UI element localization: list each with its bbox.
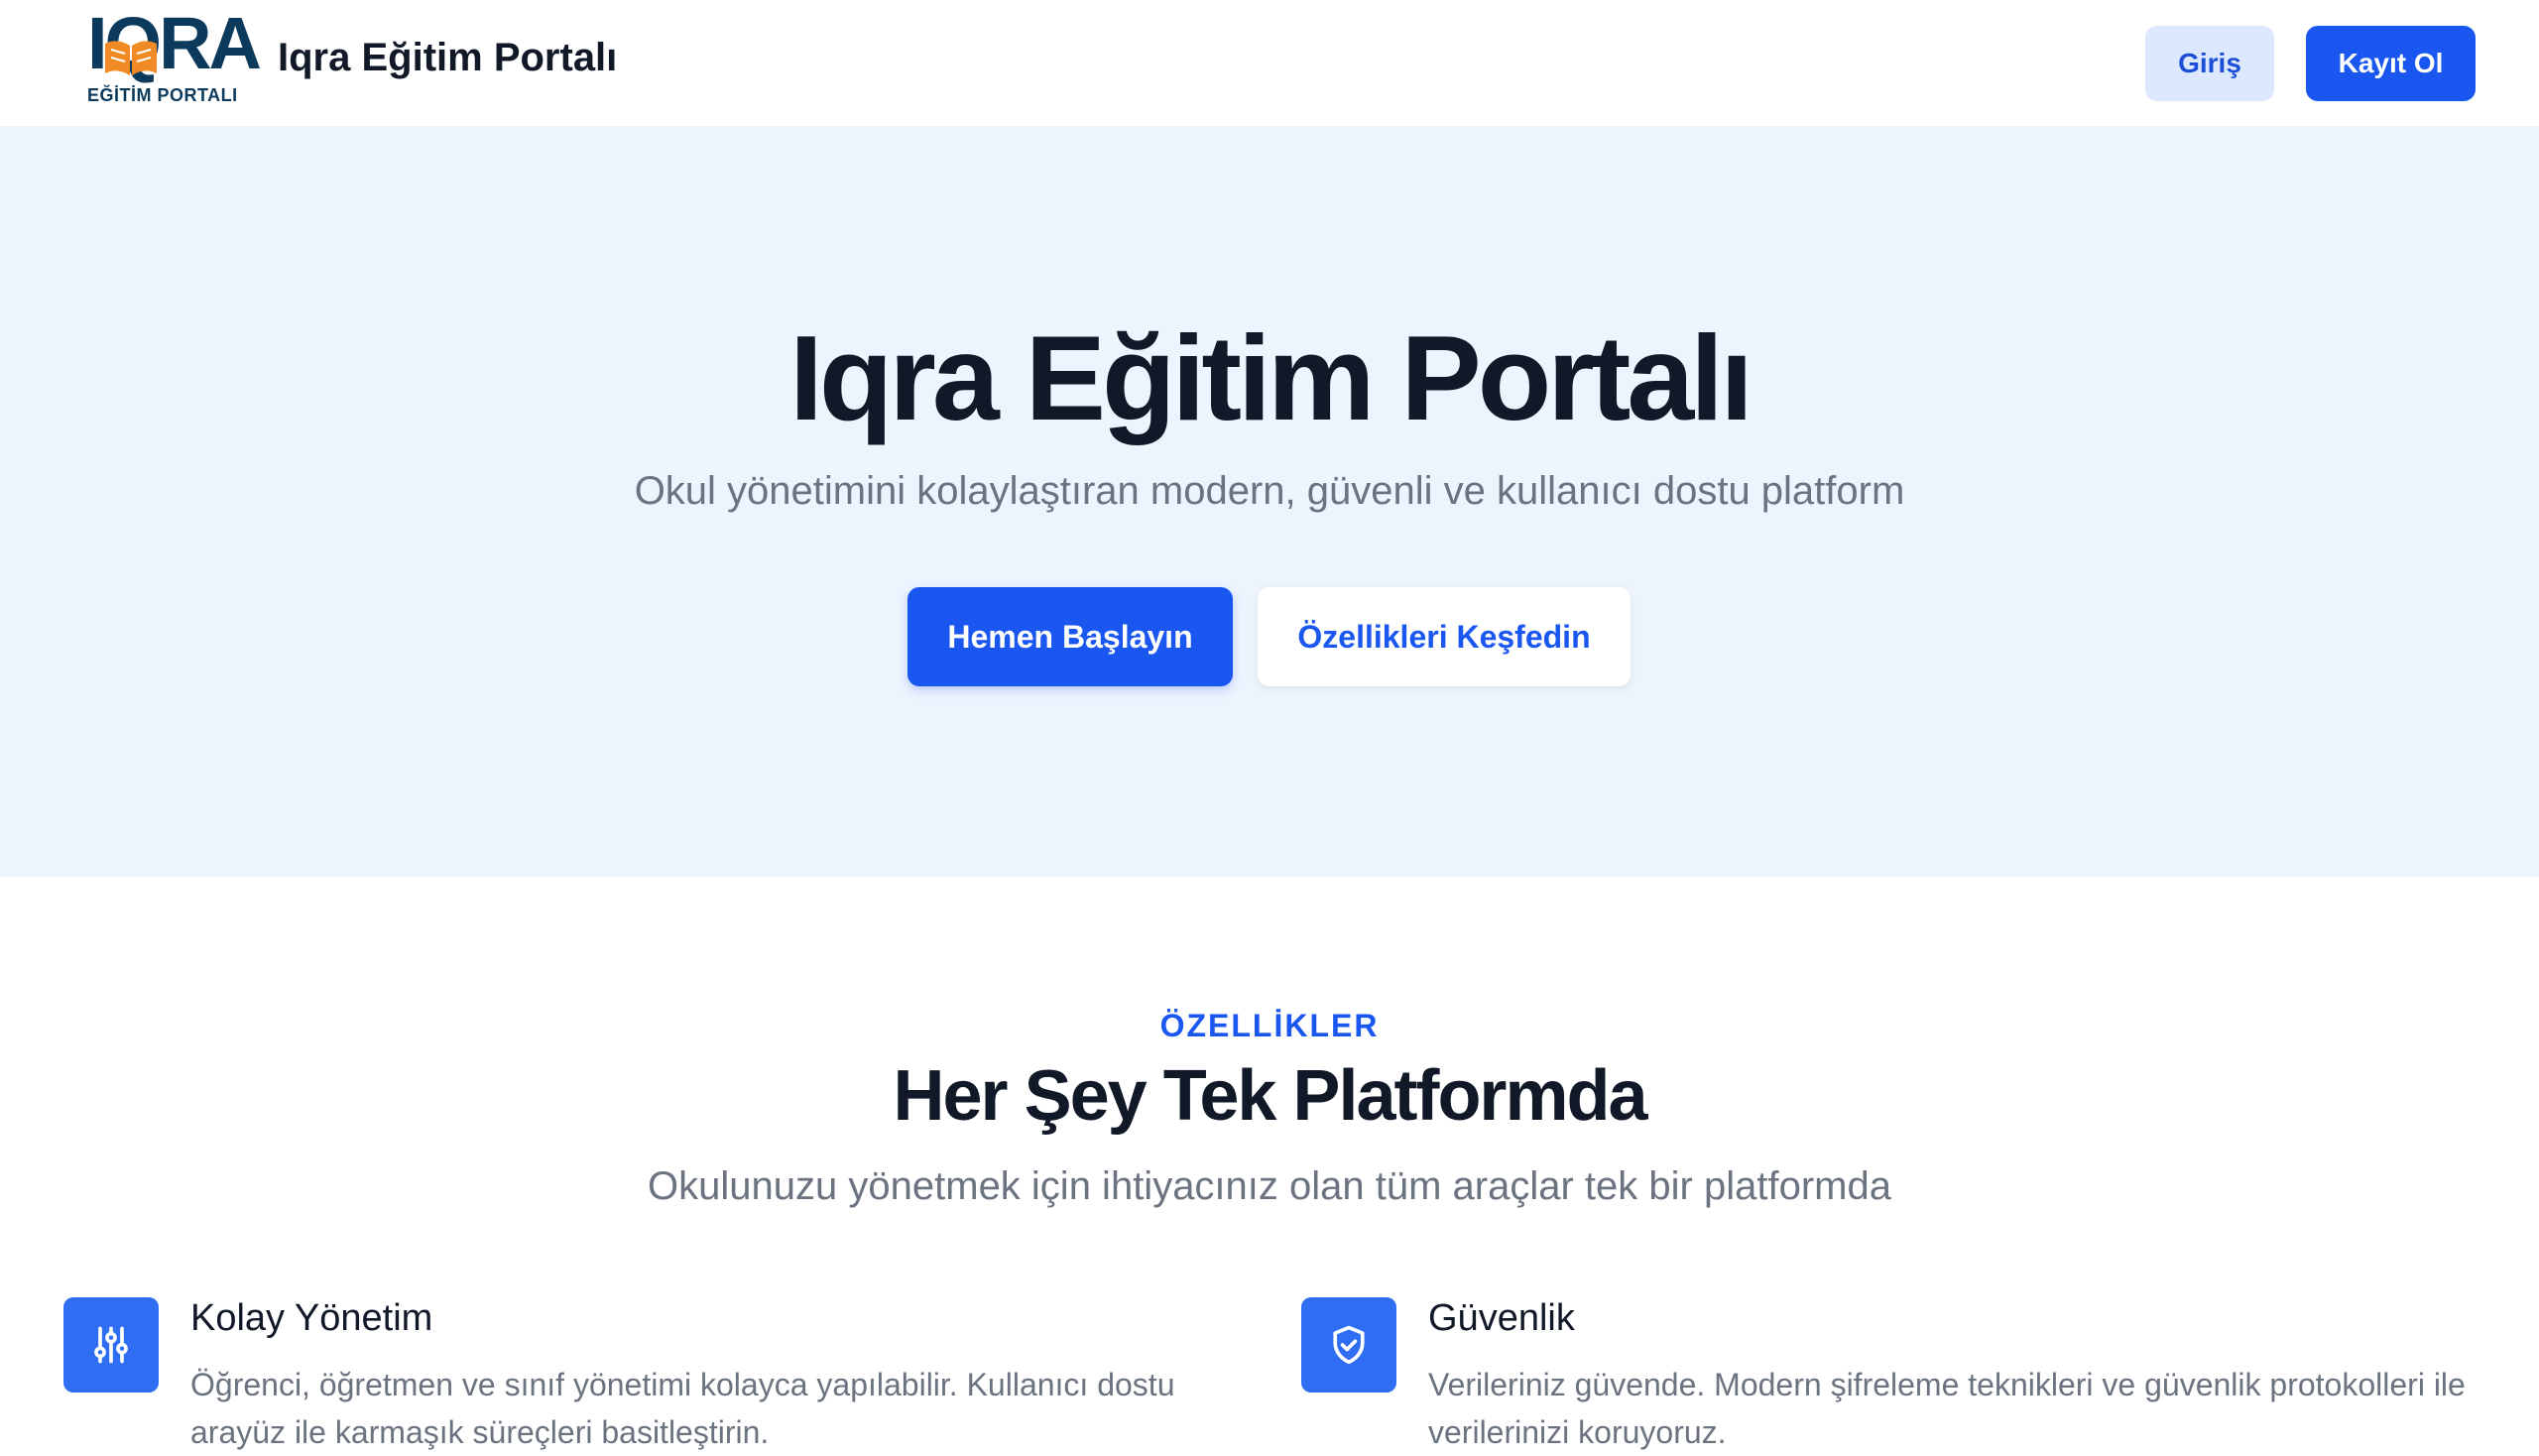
hero-subtitle: Okul yönetimini kolaylaştıran modern, gü… bbox=[634, 469, 1905, 513]
explore-features-button[interactable]: Özellikleri Keşfedin bbox=[1258, 587, 1631, 686]
top-navbar: IQRA EĞİTİM PORTALI Iqra Eğitim Portalı … bbox=[0, 0, 2539, 127]
hero-title: Iqra Eğitim Portalı bbox=[789, 310, 1753, 445]
feature-description: Öğrenci, öğretmen ve sınıf yönetimi kola… bbox=[190, 1367, 1175, 1450]
features-subtitle: Okulunuzu yönetmek için ihtiyacınız olan… bbox=[648, 1164, 1891, 1208]
feature-description: Verileriniz güvende. Modern şifreleme te… bbox=[1428, 1367, 2466, 1450]
iqra-logo[interactable]: IQRA EĞİTİM PORTALI bbox=[87, 4, 262, 107]
get-started-button[interactable]: Hemen Başlayın bbox=[907, 587, 1233, 686]
register-button[interactable]: Kayıt Ol bbox=[2306, 26, 2476, 101]
brand-title[interactable]: Iqra Eğitim Portalı bbox=[278, 36, 617, 80]
feature-card-easy-management: Kolay Yönetim Öğrenci, öğretmen ve sınıf… bbox=[63, 1297, 1254, 1450]
hero-section: Iqra Eğitim Portalı Okul yönetimini kola… bbox=[0, 127, 2539, 877]
open-book-icon bbox=[105, 41, 157, 75]
shield-check-icon bbox=[1301, 1297, 1396, 1393]
feature-card-security: Güvenlik Verileriniz güvende. Modern şif… bbox=[1301, 1297, 2491, 1450]
feature-title: Kolay Yönetim bbox=[190, 1297, 433, 1339]
logo-subtext: EĞİTİM PORTALI bbox=[87, 85, 238, 105]
features-title: Her Şey Tek Platformda bbox=[893, 1056, 1648, 1136]
features-eyebrow: ÖZELLİKLER bbox=[1159, 1008, 1380, 1043]
login-button[interactable]: Giriş bbox=[2145, 26, 2274, 101]
sliders-icon bbox=[63, 1297, 159, 1393]
feature-title: Güvenlik bbox=[1428, 1297, 1575, 1339]
